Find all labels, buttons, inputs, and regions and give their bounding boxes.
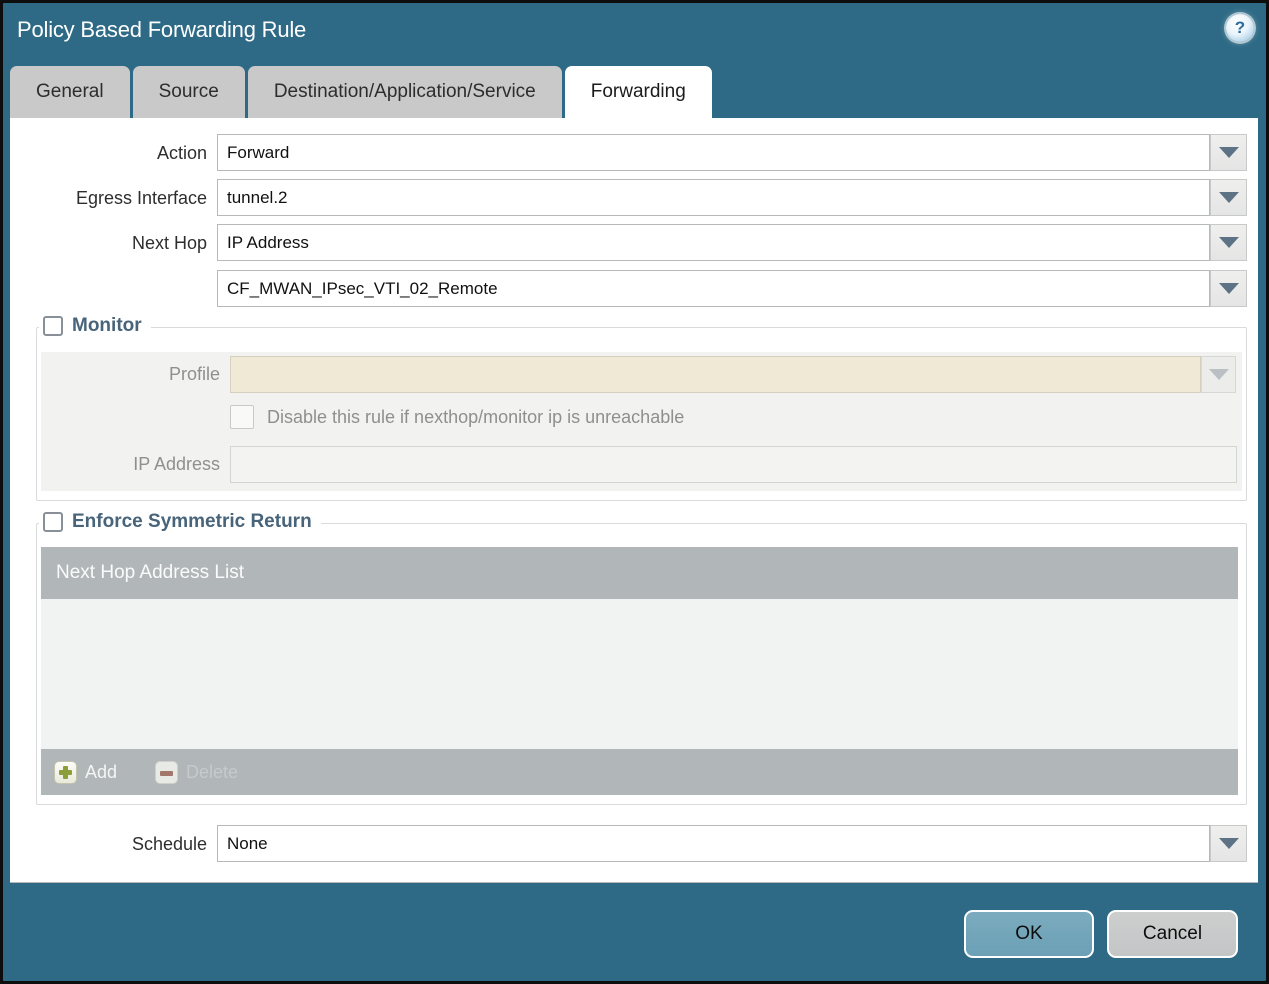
symmetric-return-legend: Enforce Symmetric Return (39, 511, 321, 533)
tab-forwarding[interactable]: Forwarding (564, 66, 712, 118)
symmetric-return-checkbox[interactable] (43, 512, 63, 532)
ip-address-input (230, 446, 1237, 483)
chevron-down-icon (1218, 283, 1239, 294)
disable-rule-checkbox (230, 405, 254, 429)
next-hop-row: Next Hop IP Address (10, 224, 1247, 261)
schedule-label: Schedule (131, 833, 207, 854)
profile-combo (230, 356, 1201, 393)
next-hop-address-dropdown-button[interactable] (1210, 270, 1247, 307)
action-label: Action (156, 142, 207, 163)
monitor-legend: Monitor (39, 315, 151, 337)
tab-destination-application-service[interactable]: Destination/Application/Service (247, 66, 562, 118)
profile-dropdown-button (1201, 356, 1236, 393)
add-button-label: Add (85, 761, 118, 782)
table-body (41, 599, 1238, 749)
disable-rule-row: Disable this rule if nexthop/monitor ip … (230, 405, 684, 429)
egress-interface-dropdown-button[interactable] (1210, 179, 1247, 216)
delete-button-label: Delete (186, 761, 239, 782)
action-dropdown-button[interactable] (1210, 134, 1247, 171)
add-button[interactable]: Add (54, 760, 118, 784)
action-combo[interactable]: Forward (217, 134, 1210, 171)
monitor-section: Monitor Profile Disable this rule if nex… (36, 315, 1247, 501)
monitor-checkbox[interactable] (43, 316, 63, 336)
schedule-row: Schedule None (10, 825, 1247, 862)
egress-interface-combo[interactable]: tunnel.2 (217, 179, 1210, 216)
tab-general[interactable]: General (10, 66, 130, 118)
tab-bar: General Source Destination/Application/S… (10, 66, 712, 118)
content-panel: Action Forward Egress Interface tunnel.2… (10, 118, 1258, 883)
next-hop-address-list-table: Next Hop Address List Add Delete (41, 547, 1238, 795)
chevron-down-icon (1218, 838, 1239, 849)
plus-icon (54, 760, 77, 784)
action-row: Action Forward (10, 134, 1247, 171)
chevron-down-icon (1208, 369, 1229, 380)
next-hop-type-combo[interactable]: IP Address (217, 224, 1210, 261)
symmetric-return-section: Enforce Symmetric Return Next Hop Addres… (36, 511, 1247, 805)
profile-row: Profile (37, 356, 1236, 393)
tab-source[interactable]: Source (132, 66, 245, 118)
ip-address-label: IP Address (133, 454, 220, 474)
schedule-dropdown-button[interactable] (1210, 825, 1247, 862)
egress-interface-label: Egress Interface (75, 187, 207, 208)
next-hop-address-combo[interactable]: CF_MWAN_IPsec_VTI_02_Remote (217, 270, 1210, 307)
table-toolbar: Add Delete (41, 749, 1238, 795)
egress-interface-row: Egress Interface tunnel.2 (10, 179, 1247, 216)
schedule-combo[interactable]: None (217, 825, 1210, 862)
chevron-down-icon (1218, 147, 1239, 158)
table-header-next-hop-address-list: Next Hop Address List (41, 547, 1238, 599)
next-hop-label: Next Hop (131, 232, 207, 253)
monitor-ip-row: IP Address (37, 446, 1237, 483)
delete-button: Delete (155, 760, 239, 784)
chevron-down-icon (1218, 192, 1239, 203)
ok-button[interactable]: OK (964, 910, 1094, 958)
symmetric-return-title: Enforce Symmetric Return (72, 511, 312, 532)
next-hop-dropdown-button[interactable] (1210, 224, 1247, 261)
minus-icon (155, 760, 179, 784)
disable-rule-label: Disable this rule if nexthop/monitor ip … (267, 406, 685, 427)
page-title: Policy Based Forwarding Rule (17, 17, 307, 42)
next-hop-address-row: CF_MWAN_IPsec_VTI_02_Remote (10, 270, 1247, 307)
profile-label: Profile (168, 364, 220, 384)
monitor-title: Monitor (72, 315, 142, 336)
chevron-down-icon (1218, 237, 1239, 248)
policy-based-forwarding-dialog: Policy Based Forwarding Rule ? General S… (0, 0, 1269, 984)
cancel-button[interactable]: Cancel (1107, 910, 1238, 958)
help-icon[interactable]: ? (1226, 14, 1254, 42)
